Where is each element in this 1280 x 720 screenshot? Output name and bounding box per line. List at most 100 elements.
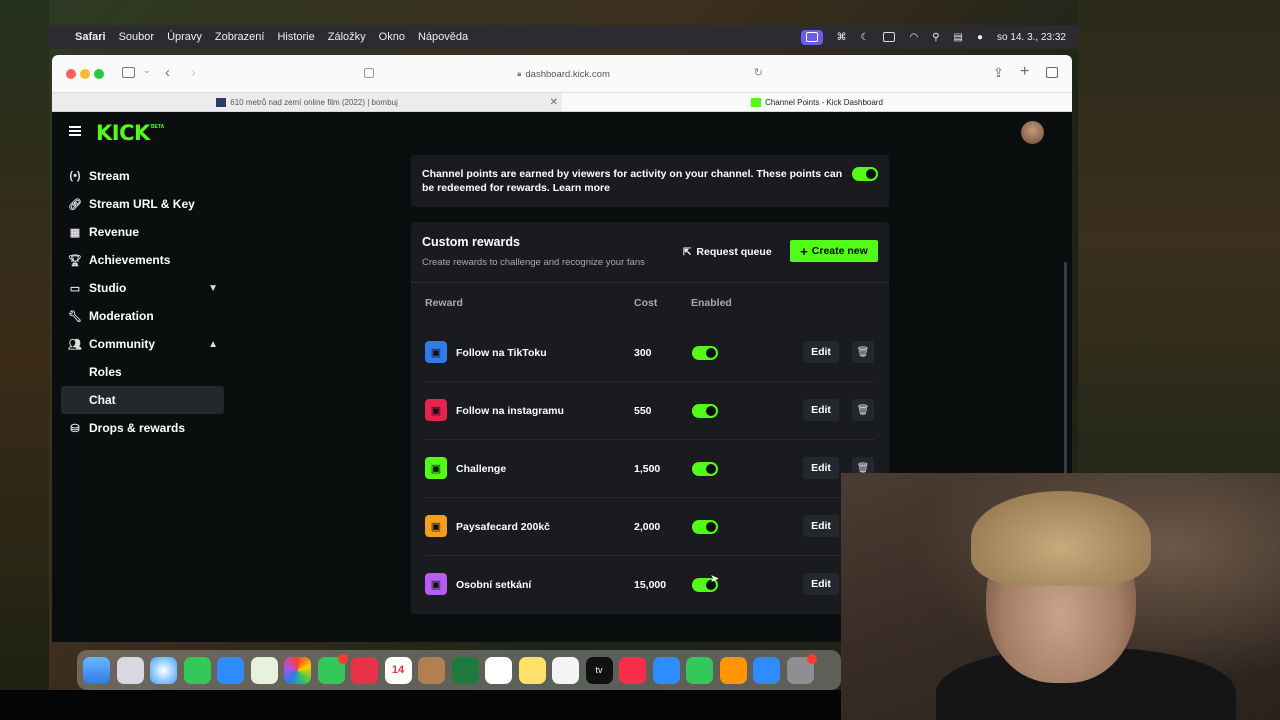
request-queue-button[interactable]: ⇱ Request queue — [683, 241, 772, 263]
edit-button[interactable]: Edit — [803, 573, 839, 595]
reload-icon[interactable]: ↻ — [754, 66, 763, 79]
nav-item-stream-url-key[interactable]: 🔗︎ Stream URL & Key — [61, 190, 224, 218]
reward-enabled-toggle[interactable] — [692, 346, 718, 360]
url-text: dashboard.kick.com — [525, 68, 610, 80]
notes-icon[interactable] — [518, 656, 546, 684]
nav-item-roles[interactable]: Roles — [61, 358, 224, 386]
nav-item-moderation[interactable]: 🔧︎ Moderation — [61, 302, 224, 330]
nav-item-drops-rewards[interactable]: ⛁ Drops & rewards — [61, 414, 224, 442]
chevron-down-icon[interactable]: ▼ — [208, 283, 218, 294]
back-arrow-icon[interactable]: ‹ — [165, 64, 170, 81]
calendar-icon[interactable]: 14 — [384, 656, 412, 684]
hamburger-menu-icon[interactable] — [69, 126, 81, 136]
new-tab-plus-icon[interactable]: + — [1020, 63, 1029, 81]
photos-icon[interactable] — [284, 656, 311, 684]
learn-more-link[interactable]: Learn more — [553, 182, 610, 194]
edit-button[interactable]: Edit — [803, 399, 839, 421]
contacts-icon[interactable] — [418, 656, 445, 684]
spotlight-search-icon[interactable]: ⚲ — [932, 32, 939, 43]
tab-movie[interactable]: 610 metrů nad zemí online film (2022) | … — [52, 93, 562, 111]
menubar-clock[interactable]: so 14. 3., 23:32 — [997, 32, 1066, 43]
notification-badge — [337, 653, 348, 664]
edit-button[interactable]: Edit — [803, 341, 839, 363]
siri-icon[interactable]: ● — [977, 32, 983, 43]
nav-item-studio[interactable]: ▭ Studio ▼ — [61, 274, 224, 302]
nav-label: Moderation — [89, 309, 154, 323]
safari-icon[interactable] — [150, 656, 177, 684]
reward-ticket-icon: ▣ — [425, 457, 447, 479]
wrench-icon: 🔧︎ — [68, 310, 82, 323]
system-settings-icon[interactable] — [786, 653, 817, 684]
edit-button[interactable]: Edit — [803, 457, 839, 479]
kick-logo[interactable]: KICK — [96, 121, 150, 145]
reward-enabled-toggle[interactable] — [692, 404, 718, 418]
channel-points-toggle[interactable] — [852, 167, 878, 181]
chevron-down-icon[interactable]: ⌄ — [143, 65, 151, 76]
menu-window[interactable]: Okno — [379, 31, 405, 43]
nav-label: Drops & rewards — [89, 421, 186, 435]
nav-item-revenue[interactable]: ▦ Revenue — [61, 218, 224, 246]
forward-arrow-icon[interactable]: › — [191, 64, 196, 81]
freeform-icon[interactable] — [552, 656, 579, 684]
keynote-icon[interactable] — [652, 656, 680, 684]
menu-app-name[interactable]: Safari — [75, 31, 106, 43]
page-menu-icon[interactable] — [364, 68, 374, 78]
nav-item-chat[interactable]: Chat — [61, 386, 224, 414]
column-enabled: Enabled — [691, 297, 732, 309]
facetime-icon[interactable] — [317, 653, 348, 684]
launchpad-icon[interactable] — [116, 656, 144, 684]
address-bar[interactable]: 🔒︎ dashboard.kick.com ↻ — [356, 64, 771, 84]
app-store-icon[interactable] — [753, 656, 780, 684]
reminders-icon[interactable] — [485, 656, 512, 684]
request-queue-label: Request queue — [696, 246, 772, 258]
menu-view[interactable]: Zobrazení — [215, 31, 265, 43]
screen-mirroring-icon[interactable] — [800, 29, 823, 45]
nav-item-community[interactable]: 👥︎ Community ▲ — [61, 330, 224, 358]
numbers-icon[interactable] — [686, 656, 713, 684]
chevron-up-icon[interactable]: ▲ — [208, 339, 218, 350]
menu-edit[interactable]: Úpravy — [167, 31, 202, 43]
menu-file[interactable]: Soubor — [119, 31, 154, 43]
menu-help[interactable]: Nápověda — [418, 31, 468, 43]
gift-icon: ⛁ — [70, 422, 80, 435]
reward-name: Challenge — [456, 463, 507, 475]
share-icon[interactable]: ⇪ — [993, 65, 1004, 81]
tab-overview-icon[interactable] — [1046, 67, 1058, 78]
reward-enabled-toggle[interactable] — [692, 520, 718, 534]
user-avatar[interactable] — [1021, 121, 1044, 144]
studio-icon: ▭ — [69, 282, 81, 295]
pages-icon[interactable] — [719, 656, 747, 684]
sidebar-toggle-icon[interactable] — [122, 67, 135, 78]
link-icon: 🔗︎ — [68, 198, 82, 211]
nav-item-achievements[interactable]: 🏆︎ Achievements — [61, 246, 224, 274]
apple-tv-icon[interactable]: tv — [585, 656, 613, 684]
close-window-button[interactable] — [66, 69, 76, 79]
close-tab-icon[interactable]: ✕ — [550, 97, 558, 108]
channel-points-description: Channel points are earned by viewers for… — [422, 167, 847, 195]
menu-history[interactable]: Historie — [277, 31, 314, 43]
trash-icon[interactable]: 🗑︎ — [852, 341, 874, 363]
excel-icon[interactable] — [451, 656, 479, 684]
chart-icon: ▦ — [69, 226, 81, 239]
nav-item-stream[interactable]: (•) Stream — [61, 162, 224, 190]
reward-enabled-toggle[interactable] — [692, 462, 718, 476]
minimize-window-button[interactable] — [80, 69, 90, 79]
finder-icon[interactable] — [83, 656, 110, 684]
music-icon[interactable] — [619, 656, 646, 684]
mail-icon[interactable] — [217, 656, 244, 684]
create-new-button[interactable]: + Create new — [790, 240, 878, 262]
maps-icon[interactable] — [250, 656, 278, 684]
menu-bookmarks[interactable]: Záložky — [328, 31, 366, 43]
zoom-window-button[interactable] — [94, 69, 104, 79]
messages-icon[interactable] — [183, 656, 211, 684]
powerpoint-icon[interactable] — [351, 656, 378, 684]
battery-icon[interactable] — [883, 32, 896, 42]
focus-moon-icon[interactable]: ☾ — [861, 32, 870, 43]
control-center-icon[interactable]: ▤ — [954, 32, 963, 43]
wifi-icon[interactable]: ◠ — [909, 32, 918, 43]
macos-dock: 14 tv — [77, 650, 841, 690]
tab-kick-dashboard[interactable]: Channel Points - Kick Dashboard — [562, 93, 1072, 111]
edit-button[interactable]: Edit — [803, 515, 839, 537]
app-status-icon[interactable]: ⌘ — [837, 32, 847, 43]
trash-icon[interactable]: 🗑︎ — [852, 399, 874, 421]
